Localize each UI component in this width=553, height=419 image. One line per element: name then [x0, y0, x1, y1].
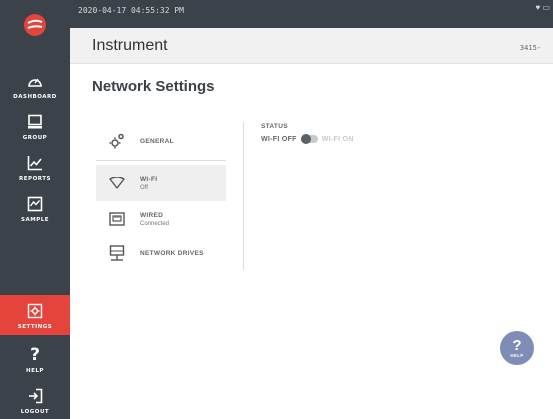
menu-divider [96, 160, 226, 161]
brand-logo-icon[interactable] [24, 14, 46, 36]
ethernet-port-icon [106, 208, 128, 230]
sidebar-item-label: DASHBOARD [13, 93, 57, 100]
app-header: Instrument 3415- [70, 28, 553, 64]
question-icon: ? [30, 344, 40, 365]
sidebar-item-group[interactable]: GROUP [0, 104, 70, 148]
wifi-toggle-row: WI-FI OFF WI-FI ON [261, 134, 354, 144]
settings-menu-label: NETWORK DRIVES [140, 249, 204, 257]
wifi-on-label: WI-FI ON [321, 135, 354, 143]
sidebar-item-label: SAMPLE [21, 216, 49, 223]
datetime-text: 2020-04-17 04:55:32 PM [78, 6, 184, 15]
sidebar-item-help[interactable]: ? HELP [0, 337, 70, 381]
sidebar-item-dashboard[interactable]: DASHBOARD [0, 63, 70, 107]
toggle-knob [300, 134, 311, 144]
sidebar-item-label: SETTINGS [17, 323, 53, 330]
wifi-icon [106, 172, 128, 194]
sidebar-item-sample[interactable]: SAMPLE [0, 186, 70, 230]
sidebar: DASHBOARD GROUP REPORTS SAMPLE SETTINGS … [0, 0, 70, 419]
status-label: STATUS [261, 123, 288, 130]
monitor-icon [25, 112, 45, 132]
help-button[interactable]: ? HELP [500, 331, 534, 365]
sidebar-item-settings[interactable]: SETTINGS [0, 295, 70, 335]
settings-menu-general[interactable]: GENERAL [96, 128, 226, 154]
logout-icon [25, 386, 45, 406]
gauge-icon [25, 71, 45, 91]
app-title: Instrument [92, 37, 168, 54]
sidebar-item-label: HELP [26, 367, 44, 374]
settings-menu-label: GENERAL [140, 137, 174, 145]
sidebar-item-label: LOGOUT [20, 408, 50, 415]
sidebar-item-label: REPORTS [19, 175, 51, 182]
sample-chart-icon [25, 194, 45, 214]
settings-menu-label: WIRED [140, 211, 164, 219]
sidebar-item-logout[interactable]: LOGOUT [0, 378, 70, 419]
settings-menu-sublabel: Off [140, 184, 148, 191]
connection-status-icons: ♥ ▭ [535, 3, 550, 12]
network-drive-icon [106, 242, 128, 264]
wifi-toggle-switch[interactable] [300, 134, 318, 144]
question-icon: ? [512, 336, 522, 354]
sidebar-item-label: GROUP [22, 134, 48, 141]
sidebar-item-reports[interactable]: REPORTS [0, 145, 70, 189]
settings-menu-label: WI-FI [140, 175, 158, 183]
settings-menu-wired[interactable]: WIRED Connected [96, 205, 226, 233]
gear-icon [25, 301, 45, 321]
line-chart-icon [25, 153, 45, 173]
settings-menu-wifi[interactable]: WI-FI Off [96, 165, 226, 201]
help-button-label: HELP [510, 352, 524, 358]
system-status-bar: 2020-04-17 04:55:32 PM ♥ ▭ [70, 0, 553, 28]
gear-icon [106, 130, 128, 152]
wifi-off-label: WI-FI OFF [261, 135, 297, 143]
settings-menu-network-drives[interactable]: NETWORK DRIVES [96, 242, 226, 264]
settings-menu-sublabel: Connected [140, 220, 170, 227]
page-title: Network Settings [92, 78, 215, 95]
instrument-serial[interactable]: 3415- [520, 44, 541, 52]
column-divider [243, 122, 244, 270]
